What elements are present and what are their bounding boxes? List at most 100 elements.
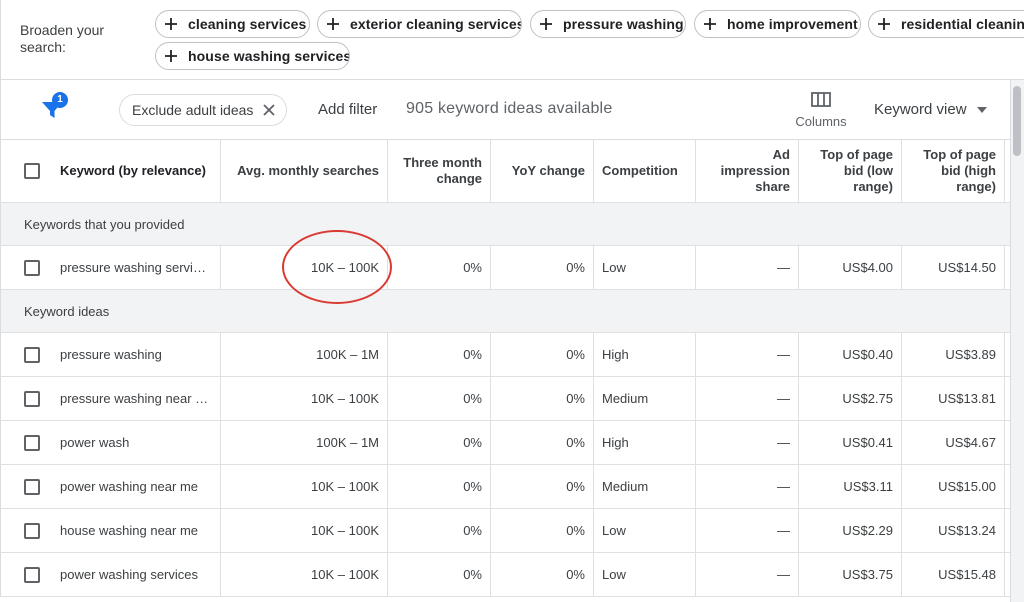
row-checkbox[interactable] [24,259,40,276]
keyword-text: power washing near me [60,479,199,494]
competition-cell: High [594,333,696,376]
broaden-chip-home-improvement[interactable]: home improvement [694,10,861,38]
plus-icon [165,18,177,30]
header-competition[interactable]: Competition [594,140,696,202]
row-checkbox[interactable] [24,390,40,407]
three-month-change-cell: 0% [388,465,491,508]
chip-label: home improvement [727,16,858,32]
row-checkbox[interactable] [24,522,40,539]
broaden-chip-residential-cleaning[interactable]: residential cleaning [868,10,1024,38]
plus-icon [327,18,339,30]
yoy-change-cell: 0% [491,333,594,376]
exclude-adult-ideas-chip[interactable]: Exclude adult ideas [119,94,287,126]
scrollbar-track[interactable] [1010,80,1024,602]
header-keyword[interactable]: Keyword (by relevance) [1,140,221,202]
three-month-change-cell: 0% [388,333,491,376]
columns-icon [811,92,831,107]
keyword-cell: pressure washing [1,333,221,376]
yoy-change-cell: 0% [491,509,594,552]
bid-high-cell: US$15.00 [902,465,1005,508]
header-ad-impression-share[interactable]: Ad impression share [696,140,799,202]
avg-monthly-searches-cell: 10K – 100K [221,246,388,289]
avg-monthly-searches-cell: 100K – 1M [221,333,388,376]
avg-monthly-searches-cell: 10K – 100K [221,465,388,508]
keyword-ideas-count: 905 keyword ideas available [406,100,613,117]
impression-share-cell: — [696,377,799,420]
bid-high-cell: US$15.48 [902,553,1005,596]
table-row[interactable]: pressure washing near … 10K – 100K 0% 0%… [0,377,1010,421]
chip-label: cleaning services [188,16,307,32]
bid-low-cell: US$3.75 [799,553,902,596]
broaden-chip-pressure-washing[interactable]: pressure washing [530,10,686,38]
yoy-change-cell: 0% [491,246,594,289]
bid-high-cell: US$13.81 [902,377,1005,420]
header-three-month-change[interactable]: Three month change [388,140,491,202]
keyword-cell: pressure washing servic… [1,246,221,289]
header-yoy-change[interactable]: YoY change [491,140,594,202]
bid-high-cell: US$4.67 [902,421,1005,464]
table-row[interactable]: power washing services 10K – 100K 0% 0% … [0,553,1010,597]
row-checkbox[interactable] [24,434,40,451]
broaden-chip-house-washing-services[interactable]: house washing services [155,42,350,70]
keyword-view-dropdown[interactable]: Keyword view [874,101,987,118]
caret-down-icon [976,106,987,113]
filter-count-badge: 1 [52,92,68,108]
table-row[interactable]: power washing near me 10K – 100K 0% 0% M… [0,465,1010,509]
keyword-text: power washing services [60,567,199,582]
group-row-ideas: Keyword ideas [0,290,1010,333]
broaden-chip-cleaning-services[interactable]: cleaning services [155,10,310,38]
bid-high-cell: US$14.50 [902,246,1005,289]
table-row[interactable]: house washing near me 10K – 100K 0% 0% L… [0,509,1010,553]
avg-monthly-searches-cell: 100K – 1M [221,421,388,464]
yoy-change-cell: 0% [491,377,594,420]
yoy-change-cell: 0% [491,553,594,596]
impression-share-cell: — [696,246,799,289]
bid-low-cell: US$2.75 [799,377,902,420]
plus-icon [878,18,890,30]
avg-monthly-searches-cell: 10K – 100K [221,377,388,420]
chip-label: residential cleaning [901,16,1024,32]
add-filter-button[interactable]: Add filter [318,101,377,118]
plus-icon [165,50,177,62]
three-month-change-cell: 0% [388,553,491,596]
scrollbar-thumb[interactable] [1013,86,1021,156]
group-label-provided: Keywords that you provided [24,216,185,232]
bid-low-cell: US$3.11 [799,465,902,508]
impression-share-cell: — [696,465,799,508]
avg-monthly-searches-cell: 10K – 100K [221,509,388,552]
table-row[interactable]: pressure washing 100K – 1M 0% 0% High — … [0,333,1010,377]
group-label-ideas: Keyword ideas [24,303,110,319]
three-month-change-cell: 0% [388,246,491,289]
broaden-chip-exterior-cleaning-services[interactable]: exterior cleaning services [317,10,522,38]
header-bid-high[interactable]: Top of page bid (high range) [902,140,1005,202]
header-keyword-label: Keyword (by relevance) [60,163,206,178]
plus-icon [540,18,552,30]
columns-label: Columns [795,114,847,129]
competition-cell: Low [594,246,696,289]
competition-cell: Medium [594,465,696,508]
table-row[interactable]: power wash 100K – 1M 0% 0% High — US$0.4… [0,421,1010,465]
keyword-cell: power wash [1,421,221,464]
select-all-checkbox[interactable] [24,163,40,179]
row-checkbox[interactable] [24,566,40,583]
bid-high-cell: US$3.89 [902,333,1005,376]
close-icon[interactable] [262,103,276,117]
header-bid-low[interactable]: Top of page bid (low range) [799,140,902,202]
keyword-table: Keyword (by relevance) Avg. monthly sear… [0,140,1010,597]
table-row[interactable]: pressure washing servic… 10K – 100K 0% 0… [0,246,1010,290]
header-avg-monthly-searches[interactable]: Avg. monthly searches [221,140,388,202]
bid-high-cell: US$13.24 [902,509,1005,552]
row-checkbox[interactable] [24,478,40,495]
competition-cell: Low [594,553,696,596]
bid-low-cell: US$0.40 [799,333,902,376]
keyword-cell: power washing near me [1,465,221,508]
impression-share-cell: — [696,553,799,596]
columns-button[interactable]: Columns [791,90,851,134]
keyword-text: pressure washing [60,347,162,362]
keyword-text: pressure washing servic… [60,260,210,275]
row-checkbox[interactable] [24,346,40,363]
broaden-search-bar: Broaden your search: cleaning services e… [0,0,1024,80]
keyword-toolbar: Exclude adult ideas Add filter 905 keywo… [0,80,1010,140]
bid-low-cell: US$4.00 [799,246,902,289]
impression-share-cell: — [696,333,799,376]
